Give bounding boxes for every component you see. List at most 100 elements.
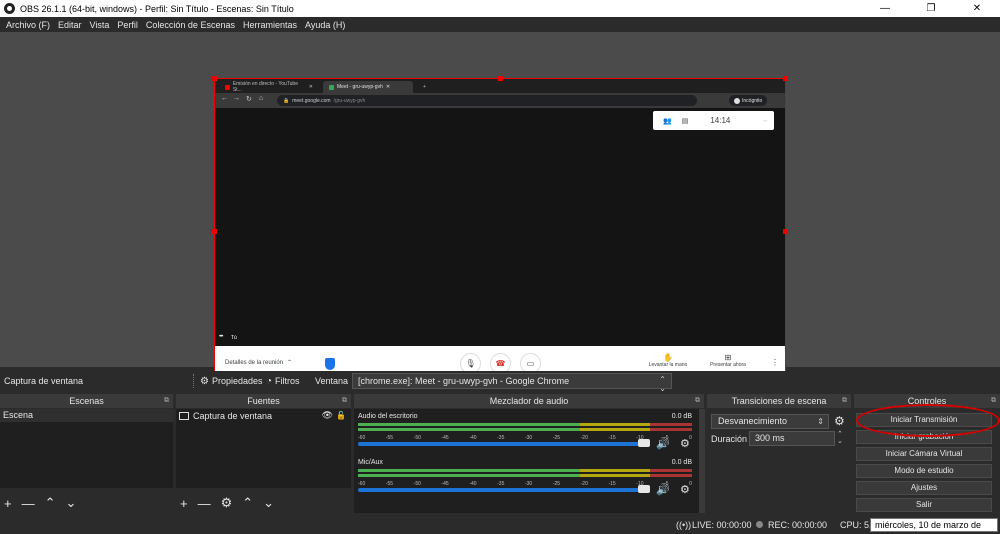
chevron-updown-icon: ⇕: [817, 417, 824, 426]
audio-mixer-dock: Mezclador de audio ⧉ Audio del escritori…: [354, 394, 705, 516]
preview-source-frame[interactable]: Emisión en directo - YouTube St... ✕ Mee…: [214, 78, 786, 385]
meter-tick: -55: [385, 435, 394, 441]
list-item[interactable]: Captura de ventana 👁 🔓: [176, 409, 351, 422]
dock-undock-icon[interactable]: ⧉: [842, 394, 847, 408]
gear-icon[interactable]: ⚙: [834, 414, 845, 428]
remove-icon[interactable]: —: [22, 496, 35, 511]
mixer-scrollbar[interactable]: [699, 409, 705, 513]
lock-icon[interactable]: 🔓: [336, 411, 346, 420]
dock-undock-icon[interactable]: ⧉: [991, 394, 996, 408]
incognito-badge: Incógnito: [729, 95, 768, 106]
raise-hand-action: ✋ Levantar la mano: [643, 353, 693, 368]
resize-handle[interactable]: [212, 76, 217, 81]
meeting-time: 14:14: [710, 116, 731, 125]
transitions-title: Transiciones de escena: [731, 396, 827, 406]
browser-url-bar: 🔒 meet.google.com/gru-uwyp-gvh: [277, 95, 697, 106]
meter-tick: -60: [358, 435, 366, 441]
channel-db: 0.0 dB: [671, 413, 692, 420]
window-label: Ventana: [315, 376, 349, 386]
meter-tick: -50: [413, 435, 421, 441]
move-up-icon[interactable]: ⌃: [45, 495, 56, 511]
move-up-icon[interactable]: ⌃: [242, 495, 253, 511]
forward-arrow-icon: →: [233, 95, 240, 102]
source-toolbar: Captura de ventana ⚙ Propiedades ◔ Filtr…: [0, 371, 1000, 393]
maximize-button[interactable]: ❐: [908, 0, 954, 17]
remove-icon[interactable]: —: [198, 496, 211, 511]
settings-button[interactable]: Ajustes: [856, 481, 992, 495]
menu-editar[interactable]: Editar: [54, 20, 86, 30]
window-capture-icon: [179, 411, 189, 420]
menu-herramientas[interactable]: Herramientas: [239, 20, 301, 30]
hand-icon: ✋: [663, 353, 673, 362]
volume-fader[interactable]: [358, 488, 648, 492]
more-dots-icon: •••: [763, 119, 767, 125]
move-down-icon[interactable]: ⌄: [263, 495, 274, 511]
url-domain: meet.google.com: [292, 97, 331, 104]
browser-tab-label: Emisión en directo - YouTube St...: [232, 81, 298, 93]
menu-vista[interactable]: Vista: [86, 20, 114, 30]
meet-video-area: 👥 ▤ 14:14 Tú ••• ••• Tú: [215, 108, 785, 346]
preview-area: Emisión en directo - YouTube St... ✕ Mee…: [0, 32, 1000, 387]
url-path: /gru-uwyp-gvh: [333, 97, 366, 104]
resize-handle[interactable]: [212, 229, 217, 234]
window-select[interactable]: [chrome.exe]: Meet - gru-uwyp-gvh - Goog…: [352, 373, 672, 393]
transition-select[interactable]: Desvanecimiento ⇕: [711, 414, 829, 429]
filter-icon: ◔: [266, 375, 273, 387]
gear-icon[interactable]: ⚙: [221, 495, 233, 511]
meter-tick: -25: [552, 481, 561, 487]
gear-icon[interactable]: ⚙: [680, 437, 690, 450]
properties-button[interactable]: ⚙ Propiedades: [200, 374, 263, 388]
speaker-icon[interactable]: 🔊: [656, 483, 670, 496]
gear-icon: ⚙: [200, 375, 209, 387]
add-icon[interactable]: +: [4, 496, 12, 511]
minimize-button[interactable]: —: [862, 0, 908, 17]
menu-perfil[interactable]: Perfil: [113, 20, 142, 30]
volume-fader[interactable]: [358, 442, 648, 446]
studio-mode-button[interactable]: Modo de estudio: [856, 464, 992, 478]
menu-coleccion-escenas[interactable]: Colección de Escenas: [142, 20, 239, 30]
browser-tab-youtube: Emisión en directo - YouTube St... ✕: [219, 81, 319, 93]
browser-omnibar: ← → ↻ ⌂ 🔒 meet.google.com/gru-uwyp-gvh I…: [215, 93, 785, 108]
start-virtual-camera-button[interactable]: Iniciar Cámara Virtual: [856, 447, 992, 461]
dock-undock-icon[interactable]: ⧉: [695, 394, 700, 408]
menu-ayuda[interactable]: Ayuda (H): [301, 20, 349, 30]
speaker-icon[interactable]: 🔊: [656, 437, 670, 450]
dock-undock-icon[interactable]: ⧉: [342, 394, 347, 408]
menu-archivo[interactable]: Archivo (F): [2, 20, 54, 30]
resize-handle[interactable]: [783, 76, 788, 81]
present-now-label: Presentar ahora: [710, 362, 746, 368]
dock-undock-icon[interactable]: ⧉: [164, 394, 169, 408]
meter-tick: -15: [608, 481, 616, 487]
duration-input[interactable]: 300 ms: [749, 431, 835, 446]
reload-icon: ↻: [246, 96, 252, 103]
window-select-value: [chrome.exe]: Meet - gru-uwyp-gvh - Goog…: [358, 376, 570, 386]
sources-dock: Fuentes ⧉ Captura de ventana 👁 🔓 + — ⚙ ⌃…: [176, 394, 351, 516]
move-down-icon[interactable]: ⌄: [66, 495, 77, 511]
scenes-list: Escena: [0, 409, 173, 488]
exit-button[interactable]: Salir: [856, 498, 992, 512]
eye-icon[interactable]: 👁: [322, 410, 333, 421]
tab-close-icon: ✕: [385, 84, 391, 90]
duration-spinner-icon[interactable]: ⌃ ⌄: [837, 431, 843, 445]
browser-tab-meet: Meet - gru-uwyp-gvh ✕: [323, 81, 413, 93]
resize-handle[interactable]: [783, 229, 788, 234]
filters-label: Filtros: [275, 376, 300, 386]
volume-fader-handle[interactable]: [638, 485, 650, 493]
shield-icon: [325, 358, 335, 370]
close-button[interactable]: ✕: [954, 0, 1000, 17]
scenes-title: Escenas: [69, 396, 104, 406]
mixer-header: Mezclador de audio ⧉: [354, 394, 704, 408]
scenes-dock: Escenas ⧉ Escena + — ⌃ ⌄: [0, 394, 173, 516]
add-icon[interactable]: +: [180, 496, 188, 511]
volume-fader-handle[interactable]: [638, 439, 650, 447]
scenes-footer: + — ⌃ ⌄: [0, 494, 173, 512]
chevron-up-icon: ⌃: [287, 360, 293, 366]
filters-button[interactable]: ◔ Filtros: [266, 374, 300, 388]
resize-handle[interactable]: [498, 76, 503, 81]
list-item[interactable]: Escena: [0, 409, 173, 422]
meter-tick: -30: [524, 435, 533, 441]
new-tab-icon: +: [423, 84, 426, 90]
meter-tick: -50: [413, 481, 421, 487]
youtube-icon: [225, 84, 230, 90]
gear-icon[interactable]: ⚙: [680, 483, 690, 496]
